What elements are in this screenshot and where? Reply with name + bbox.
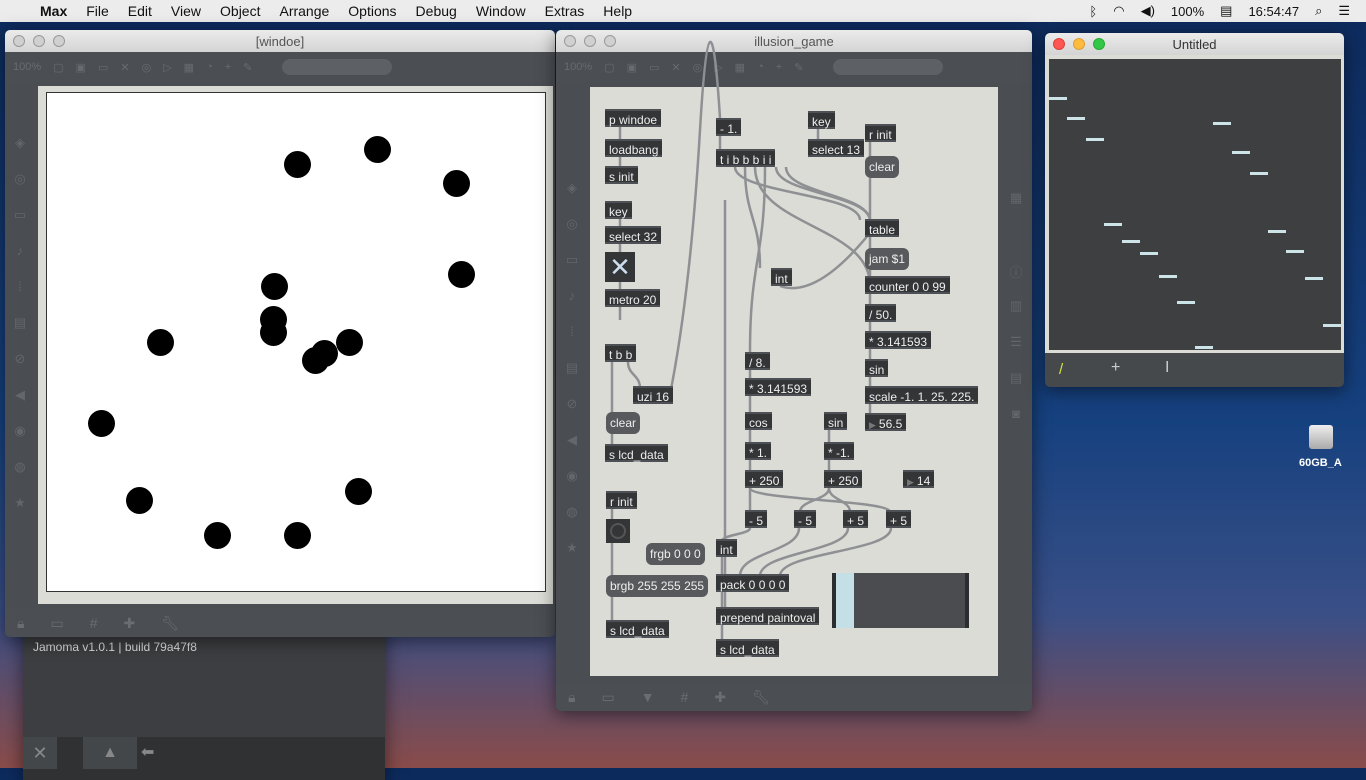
toggle[interactable]: ✕ (605, 252, 635, 282)
object-box[interactable]: loadbang (605, 139, 663, 157)
window-title: Untitled (1172, 36, 1217, 52)
painted-mark (1195, 346, 1213, 349)
painted-mark (1104, 223, 1122, 226)
painted-mark (1140, 252, 1158, 255)
object-box[interactable]: uzi 16 (633, 386, 674, 404)
object-box[interactable]: sin (865, 359, 889, 377)
slider-fill (836, 573, 855, 628)
object-box[interactable]: counter 0 0 99 (865, 276, 950, 294)
zoom-button[interactable] (1093, 38, 1105, 50)
painted-mark (1232, 151, 1250, 154)
object-box[interactable]: * -1. (824, 442, 855, 460)
object-box[interactable]: + 5 (886, 510, 912, 528)
object-box[interactable]: * 3.141593 (745, 378, 812, 396)
object-box[interactable]: sin (824, 412, 848, 430)
painted-mark (1086, 138, 1104, 141)
patch-cord[interactable] (748, 166, 767, 353)
object-box[interactable]: pack 0 0 0 0 (716, 574, 790, 592)
lcd-canvas[interactable] (1049, 59, 1341, 350)
number-box[interactable]: 14 (903, 470, 935, 488)
title-bar[interactable]: Untitled (1045, 33, 1344, 55)
object-box[interactable]: int (771, 268, 792, 286)
painted-mark (1159, 275, 1177, 278)
patch-cord[interactable] (748, 486, 892, 514)
message-box[interactable]: clear (606, 412, 641, 434)
object-box[interactable]: table (865, 219, 900, 237)
painted-mark (1323, 324, 1341, 327)
patch-cord[interactable] (733, 166, 862, 221)
patch-cord[interactable] (626, 361, 642, 389)
object-box[interactable]: s lcd_data (606, 620, 669, 638)
painted-mark (1049, 97, 1067, 100)
message-box[interactable]: brgb 255 255 255 (606, 575, 709, 597)
object-box[interactable]: scale -1. 1. 25. 225. (865, 386, 979, 404)
object-box[interactable]: * 1. (745, 442, 772, 460)
object-box[interactable]: - 5 (745, 510, 768, 528)
object-box[interactable]: select 32 (605, 226, 662, 244)
minimize-button[interactable] (1073, 38, 1085, 50)
painted-mark (1286, 250, 1304, 253)
text-cursor-icon[interactable]: I (1165, 359, 1169, 377)
object-box[interactable]: s lcd_data (716, 639, 779, 657)
object-box[interactable]: + 250 (824, 470, 863, 488)
object-box[interactable]: prepend paintoval (716, 607, 820, 625)
painted-mark (1122, 240, 1140, 243)
object-box[interactable]: key (605, 201, 632, 219)
slider[interactable] (832, 573, 969, 628)
object-box[interactable]: + 250 (745, 470, 784, 488)
painted-mark (1250, 172, 1268, 175)
object-box[interactable]: / 50. (865, 304, 897, 322)
lcd-window: Untitled / + I (1045, 33, 1344, 387)
object-box[interactable]: select 13 (808, 139, 865, 157)
object-box[interactable]: t i b b b i i (716, 149, 776, 167)
close-button[interactable] (1053, 38, 1065, 50)
painted-mark (1067, 117, 1085, 120)
object-box[interactable]: int (716, 539, 737, 557)
object-box[interactable]: s lcd_data (605, 444, 668, 462)
message-box[interactable]: jam $1 (865, 248, 910, 270)
object-box[interactable]: key (808, 111, 835, 129)
patch-cord[interactable] (666, 40, 722, 405)
object-box[interactable]: r init (865, 124, 896, 142)
object-box[interactable]: metro 20 (605, 289, 661, 307)
pencil-icon[interactable]: / (1059, 361, 1063, 378)
message-box[interactable]: frgb 0 0 0 (646, 543, 705, 565)
painted-mark (1268, 230, 1286, 233)
drive-icon[interactable] (1309, 425, 1333, 449)
patch-cord[interactable] (738, 527, 801, 577)
crosshair-icon[interactable]: + (1111, 359, 1120, 377)
object-box[interactable]: cos (745, 412, 772, 430)
object-box[interactable]: p windoe (605, 109, 662, 127)
object-box[interactable]: - 1. (716, 118, 742, 136)
number-box[interactable]: 56.5 (865, 413, 907, 431)
object-box[interactable]: s init (605, 166, 638, 184)
drive-label[interactable]: 60GB_A (1299, 457, 1342, 469)
object-box[interactable]: * 3.141593 (865, 331, 932, 349)
object-box[interactable]: + 5 (843, 510, 869, 528)
object-box[interactable]: r init (606, 491, 637, 509)
object-box[interactable]: - 5 (794, 510, 817, 528)
painted-mark (1305, 277, 1323, 280)
painted-mark (1177, 301, 1195, 304)
message-box[interactable]: clear (865, 156, 900, 178)
object-box[interactable]: / 8. (745, 352, 770, 370)
object-box[interactable]: t b b (605, 344, 637, 362)
painted-mark (1213, 122, 1231, 125)
bang-button[interactable] (606, 519, 630, 543)
